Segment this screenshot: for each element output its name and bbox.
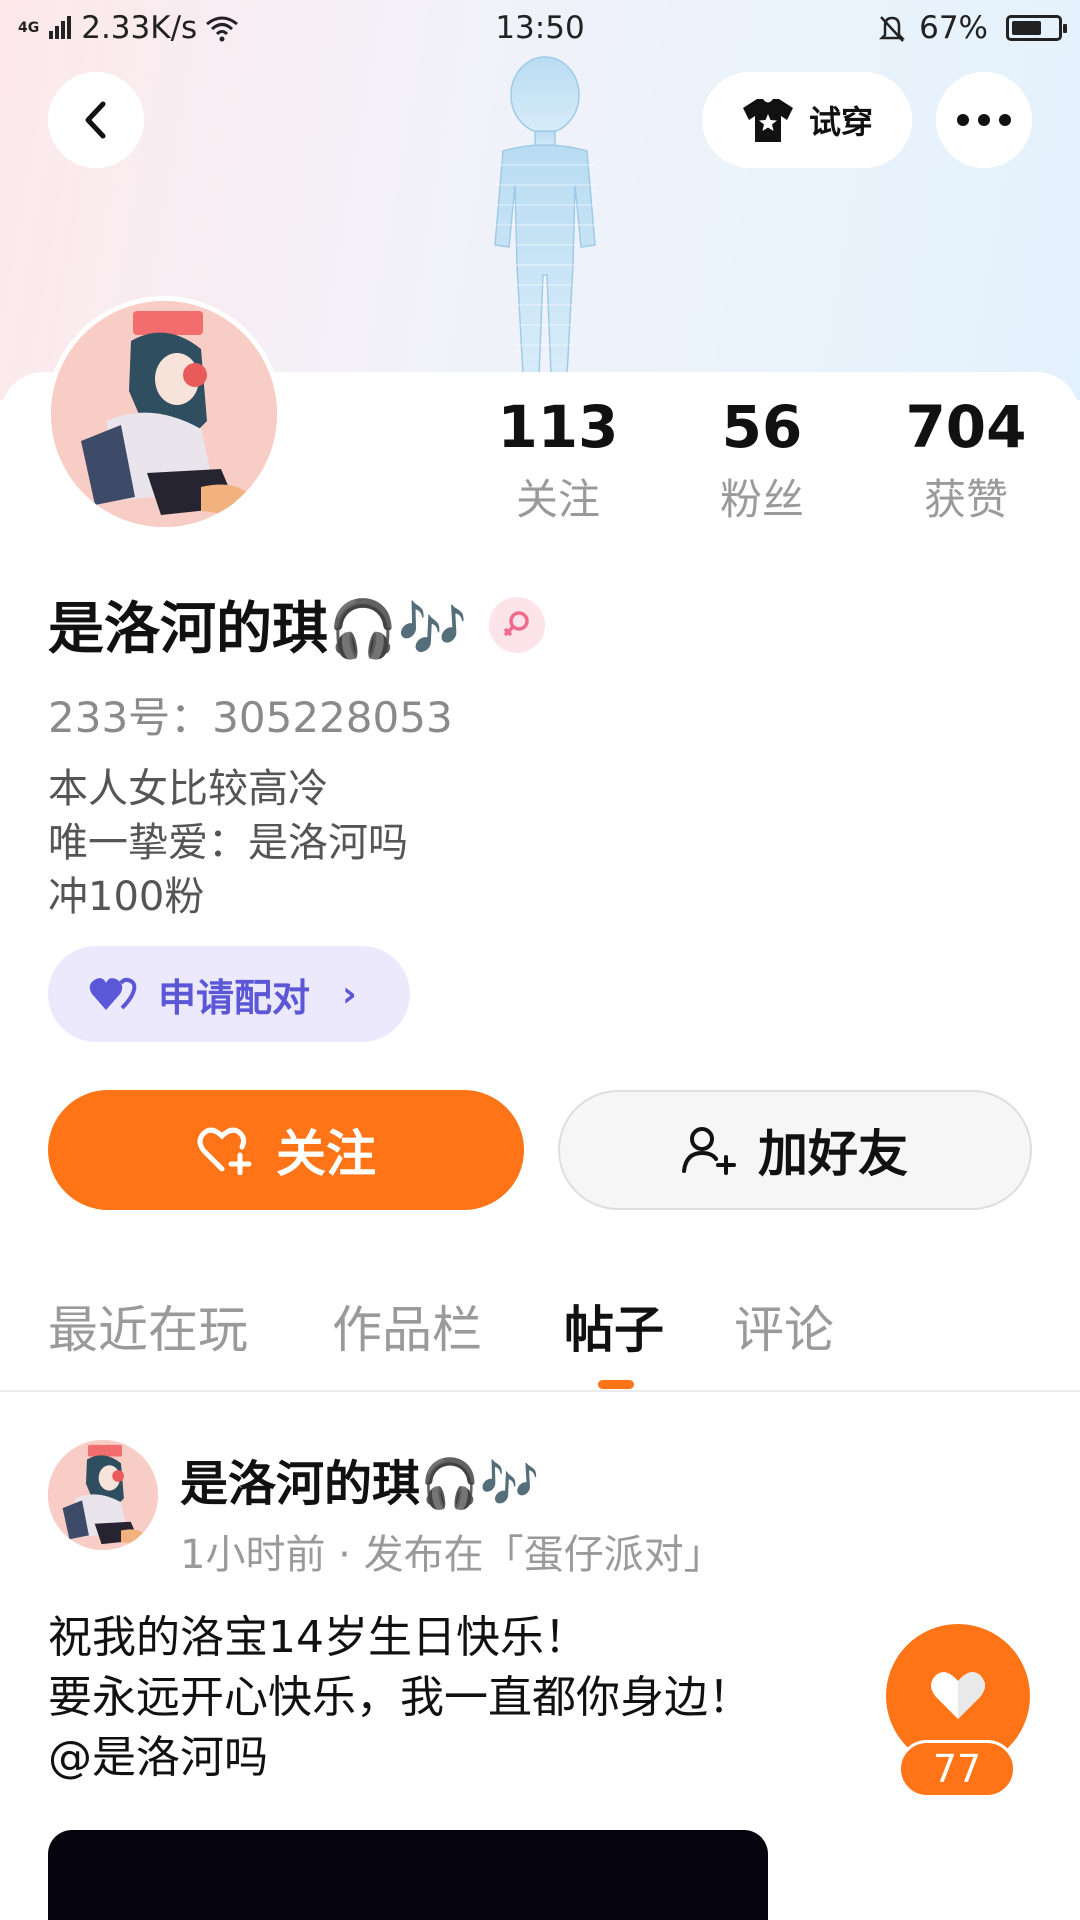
bio: 本人女比较高冷 唯一挚爱：是洛河吗 冲100粉 [48, 762, 408, 924]
follow-label: 关注 [276, 1125, 376, 1183]
nickname-text: 是洛河的琪🎧🎶 [48, 597, 468, 662]
tab-works[interactable]: 作品栏 [332, 1290, 482, 1362]
mute-bell-icon [879, 16, 906, 42]
stat-following[interactable]: 113 关注 [468, 392, 648, 527]
add-user-icon [682, 1127, 736, 1175]
divider [0, 1390, 1080, 1392]
stat-value: 56 [721, 393, 803, 461]
avatar[interactable] [46, 296, 282, 532]
tab-indicator [598, 1380, 634, 1389]
back-button[interactable] [48, 72, 144, 168]
try-on-label: 试穿 [808, 103, 873, 141]
heart-plus-icon [197, 1127, 252, 1175]
chevron-left-icon [85, 101, 106, 139]
stat-label: 粉丝 [719, 475, 804, 524]
post-line: @是洛河吗 [48, 1732, 268, 1783]
follow-button[interactable]: 关注 [48, 1090, 524, 1210]
stat-value: 113 [497, 393, 619, 461]
more-button[interactable] [936, 72, 1032, 168]
user-id[interactable]: 233号：305228053 [48, 684, 453, 745]
double-heart-icon [89, 977, 137, 1010]
female-icon [489, 596, 546, 653]
add-friend-label: 加好友 [758, 1125, 908, 1183]
tab-posts[interactable]: 帖子 [564, 1290, 664, 1362]
avatar-figure-hologram [494, 56, 596, 375]
shirt-star-icon [742, 99, 793, 142]
stat-followers[interactable]: 56 粉丝 [672, 392, 852, 527]
stat-label: 获赞 [923, 475, 1008, 524]
bio-line: 本人女比较高冷 [48, 766, 328, 812]
add-friend-button[interactable]: 加好友 [558, 1090, 1032, 1210]
bio-line: 冲100粉 [48, 874, 205, 920]
like-count: 77 [898, 1740, 1016, 1798]
battery-percent: 67% [919, 10, 988, 46]
post-media[interactable] [48, 1830, 768, 1920]
stat-label: 关注 [515, 475, 600, 524]
tab-comments[interactable]: 评论 [734, 1290, 834, 1362]
heart-icon [931, 1672, 985, 1719]
more-dots-icon [957, 114, 1011, 126]
post-author-name[interactable]: 是洛河的琪🎧🎶 [180, 1444, 540, 1514]
avatar-illustration [51, 301, 277, 527]
post-meta: 1小时前 · 发布在「蛋仔派对」 [180, 1532, 724, 1578]
try-on-button[interactable]: 试穿 [702, 72, 912, 168]
stat-value: 704 [905, 393, 1027, 461]
post-line: 祝我的洛宝14岁生日快乐！ [48, 1612, 588, 1663]
status-bar: 4G 2.33K/s 13:50 67% [0, 0, 1080, 58]
chevron-right-icon: › [342, 973, 357, 1015]
nickname: 是洛河的琪🎧🎶 [48, 584, 546, 665]
post-line: 要永远开心快乐，我一直都你身边！ [48, 1672, 752, 1723]
tab-recently-played[interactable]: 最近在玩 [48, 1290, 248, 1362]
apply-pair-button[interactable]: 申请配对 › [48, 946, 410, 1042]
pair-label: 申请配对 [158, 975, 311, 1020]
post-author-avatar[interactable] [48, 1440, 158, 1550]
profile-tabs: 最近在玩 作品栏 帖子 评论 [0, 1290, 1080, 1390]
bio-line: 唯一挚爱：是洛河吗 [48, 820, 408, 866]
post-content[interactable]: 祝我的洛宝14岁生日快乐！ 要永远开心快乐，我一直都你身边！ @是洛河吗 [48, 1608, 752, 1788]
battery-icon [1006, 15, 1067, 41]
stat-likes[interactable]: 704 获赞 [876, 392, 1056, 527]
avatar-illustration [48, 1440, 158, 1550]
